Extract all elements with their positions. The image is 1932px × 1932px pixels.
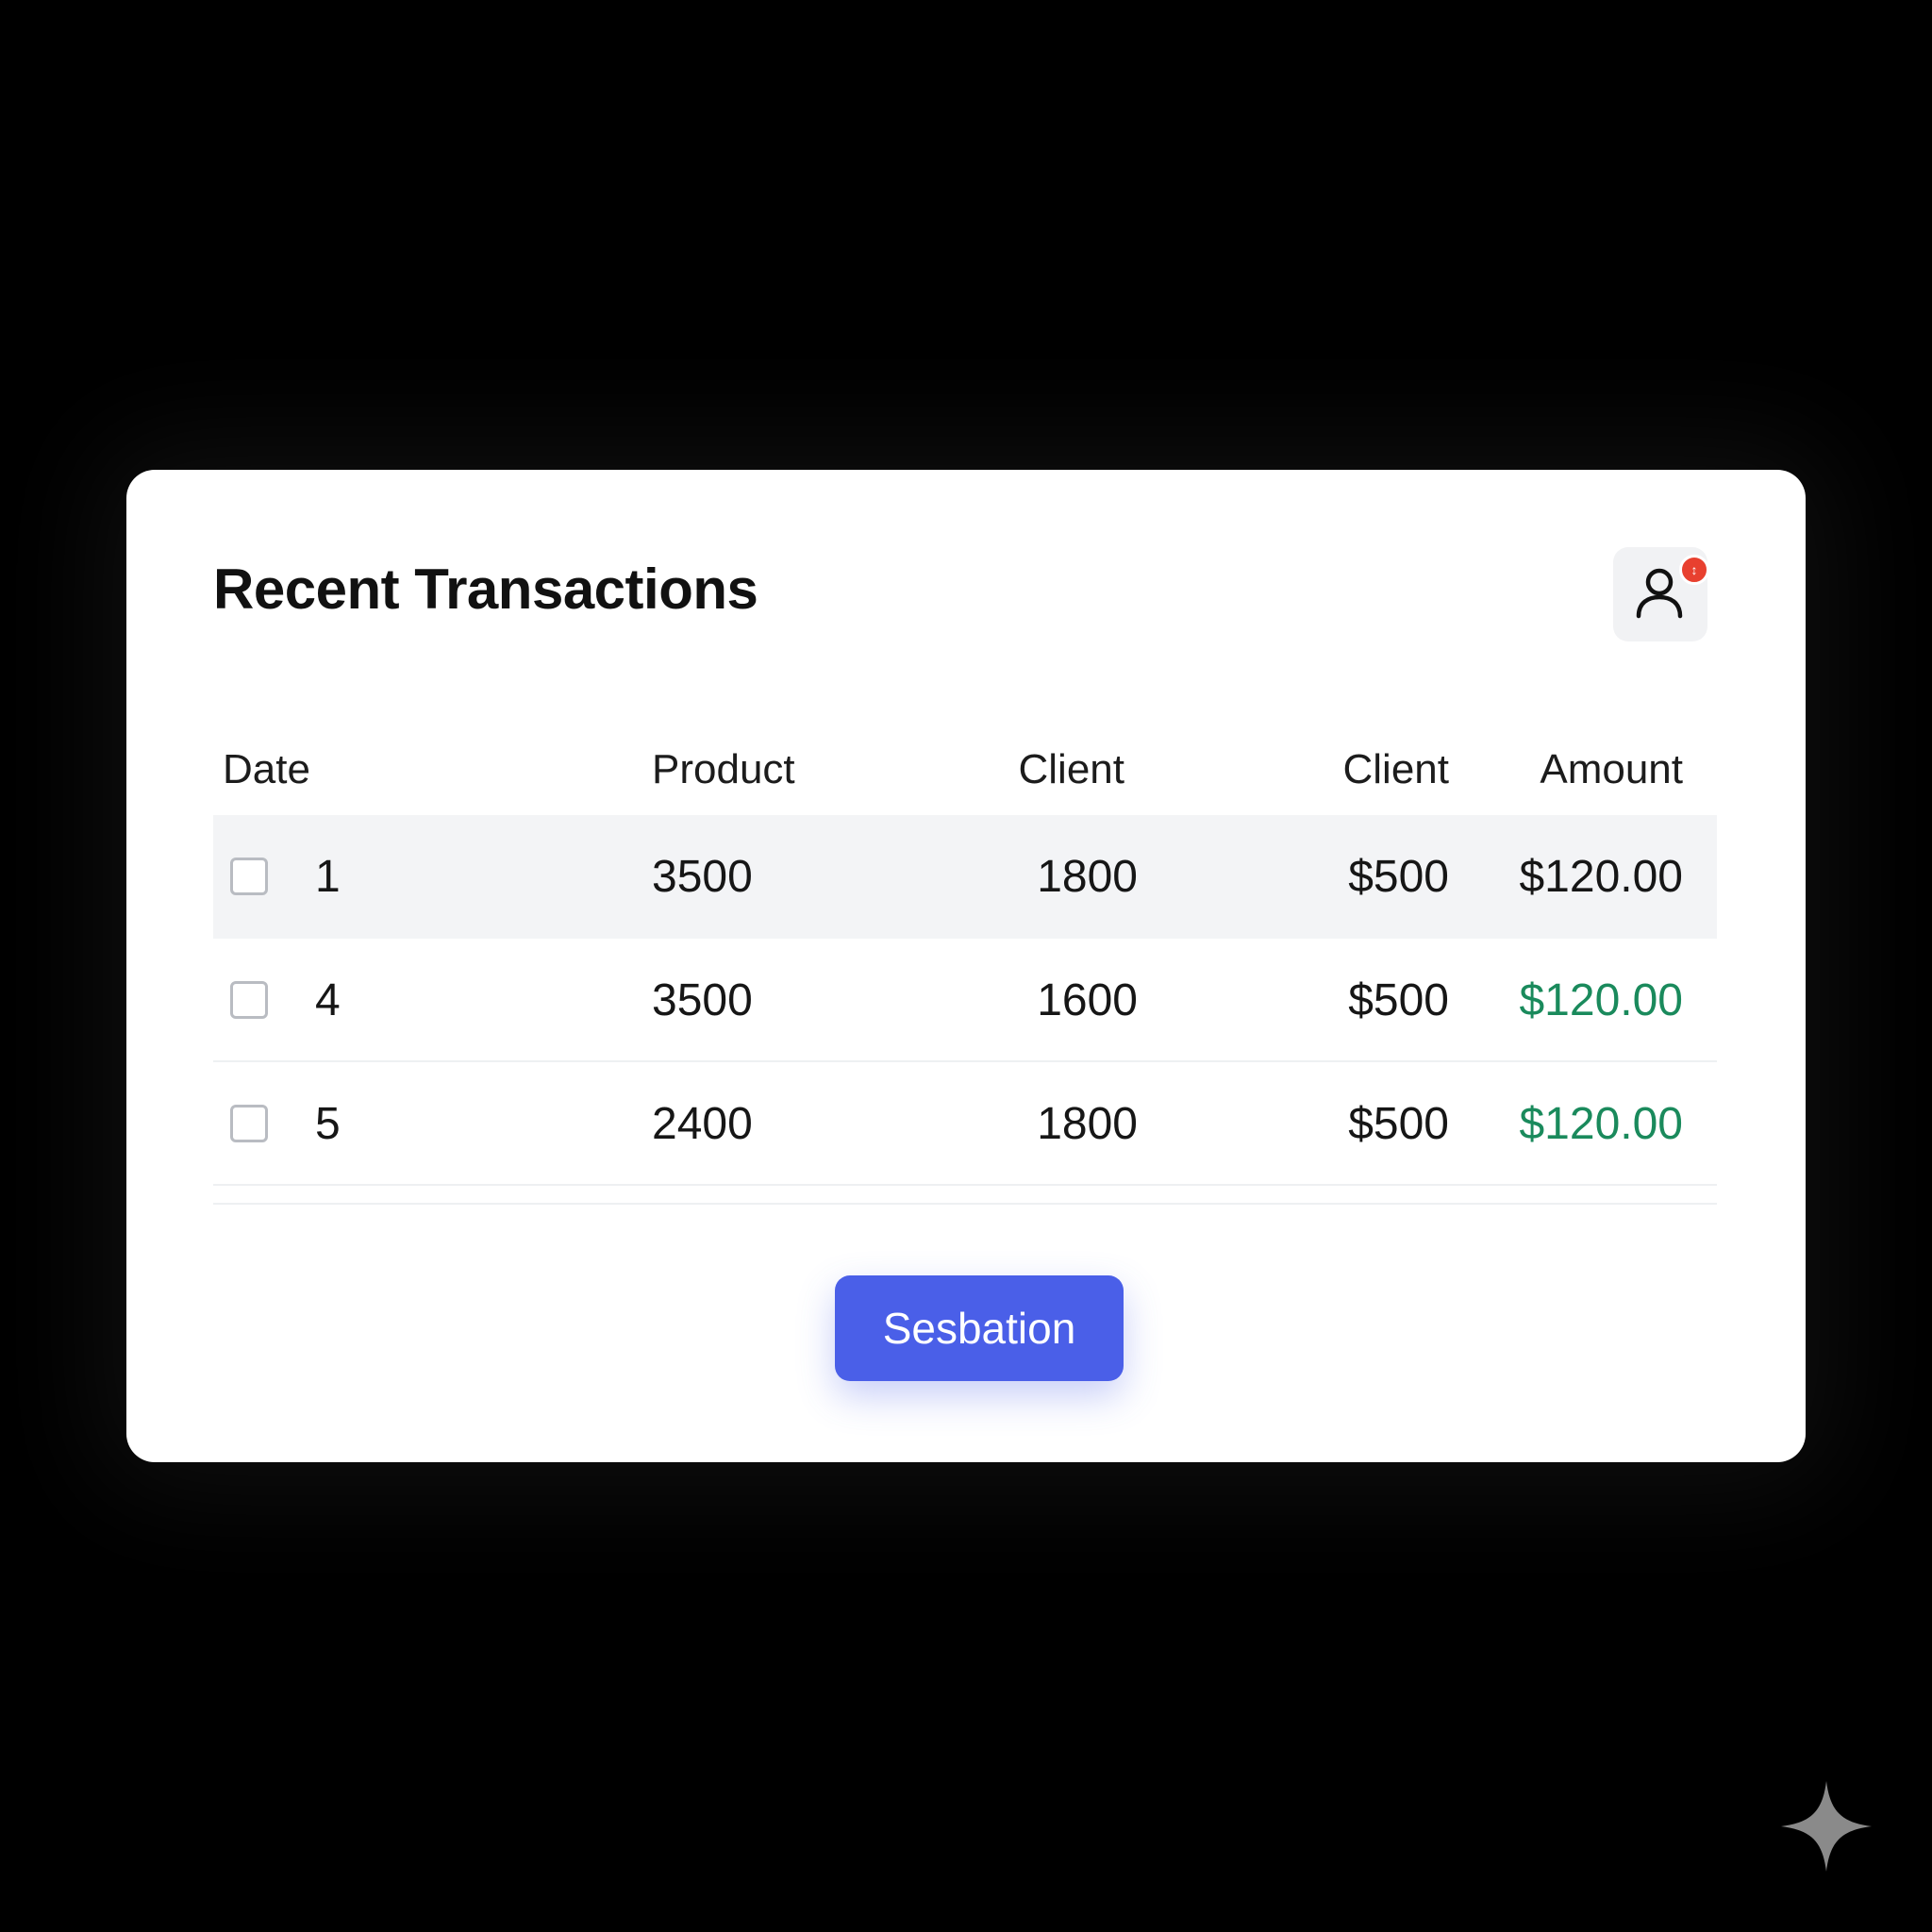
- row-checkbox[interactable]: [230, 981, 268, 1019]
- table-row[interactable]: 1 3500 1800 $500 $120.00: [213, 815, 1717, 939]
- cell-client-2: $500: [1348, 975, 1449, 1025]
- sparkle-icon: [1781, 1781, 1872, 1872]
- screen: Recent Transactions ↕ Date Product Clien…: [0, 0, 1932, 1932]
- column-header-date[interactable]: Date: [223, 724, 310, 815]
- table-header: Date Product Client Client Amount: [213, 724, 1717, 815]
- cell-amount: $120.00: [1519, 852, 1683, 902]
- column-header-amount[interactable]: Amount: [1440, 724, 1683, 815]
- cell-date: 1: [315, 852, 341, 902]
- transactions-table: Date Product Client Client Amount 1 3500…: [213, 724, 1717, 1205]
- cell-client: 1600: [1037, 975, 1138, 1025]
- cell-amount: $120.00: [1519, 1099, 1683, 1149]
- notification-badge: ↕: [1679, 555, 1709, 585]
- table-row[interactable]: 4 3500 1600 $500 $120.00: [213, 939, 1717, 1062]
- row-checkbox[interactable]: [230, 1105, 268, 1142]
- cell-product: 3500: [652, 852, 753, 902]
- column-header-product[interactable]: Product: [652, 724, 795, 815]
- card-title: Recent Transactions: [213, 558, 758, 621]
- cell-date: 4: [315, 975, 341, 1025]
- transactions-card: Recent Transactions ↕ Date Product Clien…: [126, 470, 1806, 1462]
- table-row[interactable]: 5 2400 1800 $500 $120.00: [213, 1062, 1717, 1186]
- profile-button[interactable]: ↕: [1613, 547, 1709, 641]
- cell-product: 3500: [652, 975, 753, 1025]
- cell-date: 5: [315, 1099, 341, 1149]
- cell-client-2: $500: [1348, 1099, 1449, 1149]
- column-header-client-2[interactable]: Client: [1204, 724, 1450, 815]
- table-divider: [213, 1186, 1717, 1205]
- column-header-client[interactable]: Client: [911, 724, 1125, 815]
- primary-action-button[interactable]: Sesbation: [835, 1275, 1124, 1381]
- cell-client: 1800: [1037, 1099, 1138, 1149]
- row-checkbox[interactable]: [230, 858, 268, 895]
- cell-client: 1800: [1037, 852, 1138, 902]
- cell-client-2: $500: [1348, 852, 1449, 902]
- cell-amount: $120.00: [1519, 975, 1683, 1025]
- cell-product: 2400: [652, 1099, 753, 1149]
